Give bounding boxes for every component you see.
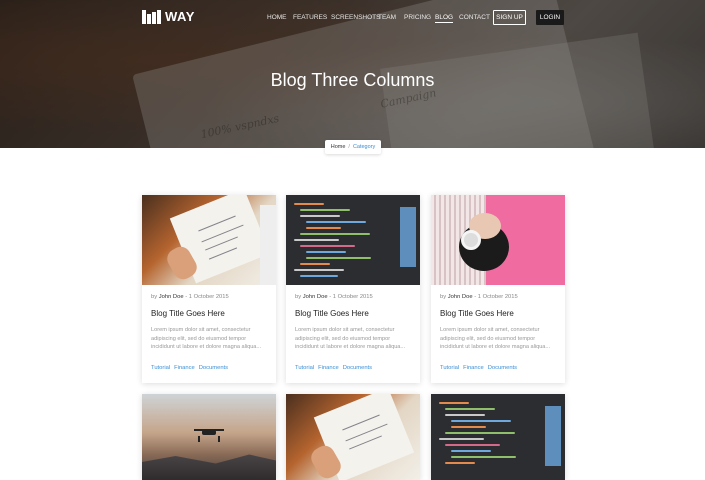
nav-item-home[interactable]: HOME	[267, 14, 287, 21]
main-menu: HOME FEATURES SCREENSHOTS TEAM PRICING B…	[0, 14, 705, 24]
signup-button[interactable]: SIGN UP	[493, 10, 526, 25]
post-author[interactable]: John Doe	[159, 294, 184, 300]
post-author[interactable]: John Doe	[448, 294, 473, 300]
post-date: 1 October 2015	[477, 294, 518, 300]
blog-card-image[interactable]	[142, 394, 276, 480]
blog-card[interactable]	[286, 394, 420, 480]
tag-link[interactable]: Tutorial	[295, 365, 314, 371]
post-title[interactable]: Blog Title Goes Here	[440, 309, 514, 318]
blog-card-image[interactable]	[431, 195, 565, 285]
post-excerpt: Lorem ipsum dolor sit amet, consectetur …	[440, 327, 551, 350]
tag-link[interactable]: Tutorial	[440, 365, 459, 371]
post-tags: Tutorial Finance Documents	[295, 365, 376, 371]
post-meta: by John Doe - 1 October 2015	[440, 294, 518, 300]
breadcrumb-home-link[interactable]: Home	[331, 144, 346, 150]
tag-link[interactable]: Documents	[488, 365, 517, 371]
tag-link[interactable]: Documents	[199, 365, 228, 371]
post-author[interactable]: John Doe	[303, 294, 328, 300]
post-meta: by John Doe - 1 October 2015	[295, 294, 373, 300]
post-date: 1 October 2015	[188, 294, 229, 300]
tag-link[interactable]: Finance	[174, 365, 195, 371]
nav-item-pricing[interactable]: PRICING	[404, 14, 431, 21]
nav-item-blog[interactable]: BLOG	[435, 14, 454, 23]
post-title[interactable]: Blog Title Goes Here	[151, 309, 225, 318]
tag-link[interactable]: Documents	[343, 365, 372, 371]
post-title[interactable]: Blog Title Goes Here	[295, 309, 369, 318]
blog-card[interactable]: by John Doe - 1 October 2015 Blog Title …	[431, 195, 565, 383]
post-tags: Tutorial Finance Documents	[151, 365, 232, 371]
blog-card-image[interactable]	[286, 394, 420, 480]
page-title: Blog Three Columns	[270, 70, 435, 90]
tag-link[interactable]: Finance	[463, 365, 484, 371]
blog-card-image[interactable]	[286, 195, 420, 285]
nav-item-team[interactable]: TEAM	[378, 14, 396, 21]
blog-card[interactable]	[431, 394, 565, 480]
blog-card[interactable]	[142, 394, 276, 480]
blog-card-image[interactable]	[431, 394, 565, 480]
post-date: 1 October 2015	[332, 294, 373, 300]
breadcrumb-separator: /	[348, 144, 350, 150]
login-button[interactable]: LOGIN	[536, 10, 564, 25]
breadcrumb-current[interactable]: Category	[353, 144, 375, 150]
nav-item-features[interactable]: FEATURES	[293, 14, 327, 21]
blog-card[interactable]: by John Doe - 1 October 2015 Blog Title …	[286, 195, 420, 383]
tag-link[interactable]: Tutorial	[151, 365, 170, 371]
blog-card-image[interactable]	[142, 195, 276, 285]
tag-link[interactable]: Finance	[318, 365, 339, 371]
nav-item-contact[interactable]: CONTACT	[459, 14, 490, 21]
post-meta: by John Doe - 1 October 2015	[151, 294, 229, 300]
hero-banner: 100% vspndxs Campaign WAY HOME FEATURES …	[0, 0, 705, 148]
top-navbar: WAY HOME FEATURES SCREENSHOTS TEAM PRICI…	[0, 0, 705, 36]
breadcrumb: Home / Category	[325, 140, 381, 154]
post-tags: Tutorial Finance Documents	[440, 365, 521, 371]
post-excerpt: Lorem ipsum dolor sit amet, consectetur …	[151, 327, 262, 350]
post-excerpt: Lorem ipsum dolor sit amet, consectetur …	[295, 327, 406, 350]
blog-card[interactable]: by John Doe - 1 October 2015 Blog Title …	[142, 195, 276, 383]
nav-item-screenshots[interactable]: SCREENSHOTS	[331, 14, 380, 21]
